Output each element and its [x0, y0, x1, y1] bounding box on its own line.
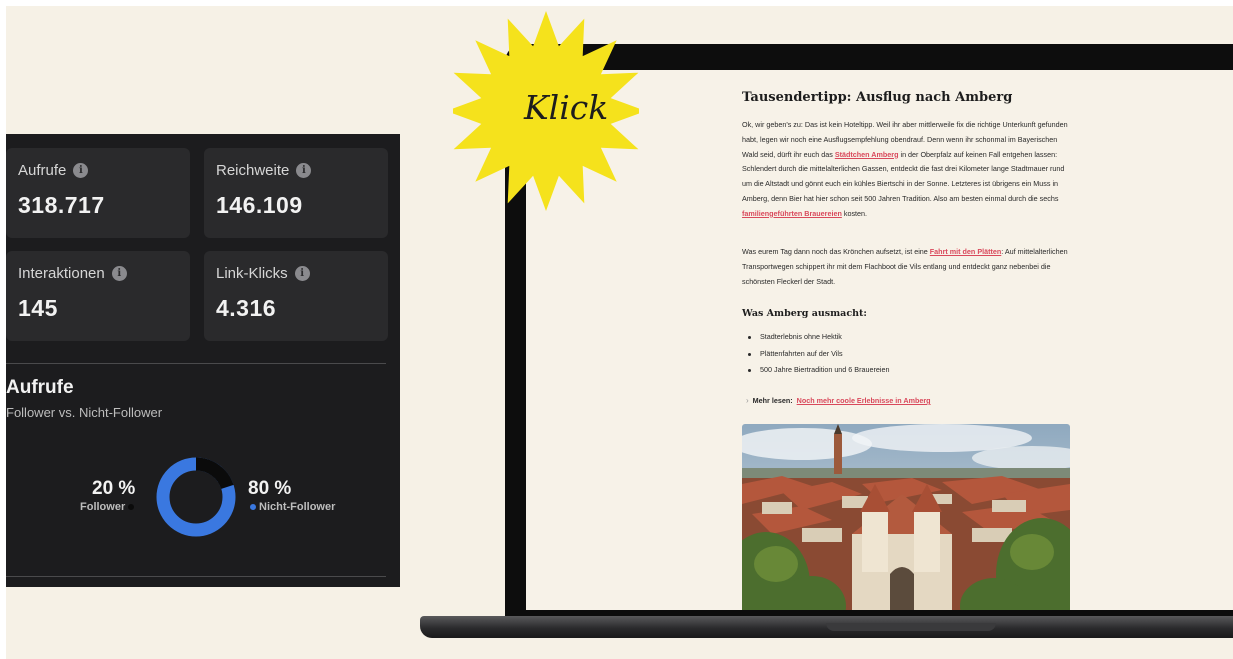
read-more: › Mehr lesen: Noch mehr coole Erlebnisse… [746, 396, 931, 405]
canvas: Aufrufe i 318.717 Reichweite i 146.109 Int… [6, 6, 1233, 659]
article-title: Tausendertipp: Ausflug nach Amberg [742, 90, 1013, 105]
follower-label: Follower [80, 501, 126, 513]
amberg-city-photo [742, 424, 1070, 610]
nonfollower-percent: 80 % [248, 478, 292, 499]
link-amberg[interactable]: Städtchen Amberg [835, 150, 899, 159]
link-plaetten[interactable]: Fahrt mit den Plätten [930, 247, 1001, 256]
read-more-link[interactable]: Noch mehr coole Erlebnisse in Amberg [797, 396, 931, 405]
stat-value: 146.109 [216, 192, 303, 218]
article-paragraph-2: Was eurem Tag dann noch das Krönchen auf… [742, 247, 1068, 286]
article-subhead: Was Amberg ausmacht: [742, 308, 867, 319]
stat-label: Interaktionen [18, 265, 105, 282]
stat-value: 318.717 [18, 192, 105, 218]
stats-panel: Aufrufe i 318.717 Reichweite i 146.109 Int… [6, 134, 400, 587]
nonfollower-label: Nicht-Follower [259, 501, 336, 513]
article-paragraph-1: Ok, wir geben's zu: Das ist kein Hotelti… [742, 120, 1068, 218]
laptop-notch [826, 623, 996, 631]
stat-label: Aufrufe [18, 162, 67, 179]
stat-card-reach: Reichweite i 146.109 [204, 148, 388, 238]
info-icon[interactable]: i [294, 266, 310, 281]
stat-value: 4.316 [216, 295, 277, 321]
read-more-label: Mehr lesen: [752, 396, 793, 405]
stat-label: Reichweite [216, 162, 290, 179]
info-icon[interactable]: i [111, 266, 127, 281]
divider [6, 363, 386, 364]
views-subtitle: Follower vs. Nicht-Follower [6, 405, 163, 420]
highlights-list: Stadterlebnis ohne Hektik Plättenfahrten… [748, 329, 889, 379]
divider [6, 576, 386, 577]
views-title: Aufrufe [6, 377, 74, 398]
stat-value: 145 [18, 295, 58, 321]
follower-percent: 20 % [92, 478, 136, 499]
nonfollower-legend: Nicht-Follower [250, 501, 335, 513]
list-item: Plättenfahrten auf der Vils [748, 346, 889, 363]
chevron-right-icon: › [746, 396, 749, 405]
list-item: Stadterlebnis ohne Hektik [748, 329, 889, 346]
follower-legend: Follower [80, 501, 135, 513]
nonfollower-dot-icon [250, 504, 256, 510]
stat-card-interactions: Interaktionen i 145 [6, 251, 190, 341]
info-icon[interactable]: i [73, 163, 89, 178]
stat-label: Link-Klicks [216, 265, 288, 282]
klick-badge-text: Klick [524, 88, 609, 127]
stat-card-link-clicks: Link-Klicks i 4.316 [204, 251, 388, 341]
list-item: 500 Jahre Biertradition und 6 Brauereien [748, 362, 889, 379]
stat-card-views: Aufrufe i 318.717 [6, 148, 190, 238]
link-breweries[interactable]: familiengeführten Brauereien [742, 209, 842, 218]
follower-donut-chart [156, 457, 236, 537]
follower-dot-icon [128, 504, 135, 510]
info-icon[interactable]: i [296, 163, 312, 178]
